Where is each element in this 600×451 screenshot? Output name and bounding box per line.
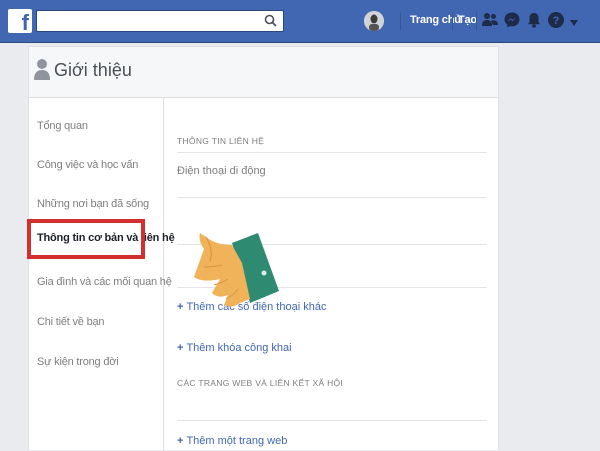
friends-icon[interactable] bbox=[481, 11, 499, 34]
dropdown-icon[interactable] bbox=[569, 15, 579, 33]
sidebar-item-life-events[interactable]: Sự kiện trong đời bbox=[37, 356, 119, 368]
nav-home-link[interactable]: Trang chủ bbox=[410, 14, 461, 26]
search-input[interactable] bbox=[41, 12, 265, 32]
sidebar-item-overview[interactable]: Tổng quan bbox=[37, 120, 88, 132]
facebook-logo[interactable]: f bbox=[8, 9, 32, 33]
add-public-key-link[interactable]: + Thêm khóa công khai bbox=[177, 342, 292, 354]
highlight-box bbox=[27, 219, 145, 259]
add-website-link[interactable]: + Thêm một trang web bbox=[177, 435, 287, 447]
profile-avatar[interactable] bbox=[364, 11, 384, 31]
about-header: Giới thiệu bbox=[29, 47, 498, 98]
nav-separator bbox=[452, 12, 453, 30]
nav-create-link[interactable]: Tạo bbox=[458, 14, 477, 26]
help-icon[interactable]: ? bbox=[547, 11, 565, 34]
about-title: Giới thiệu bbox=[54, 60, 132, 80]
person-icon bbox=[34, 58, 50, 85]
messenger-icon[interactable] bbox=[503, 11, 521, 34]
add-public-key-label: Thêm khóa công khai bbox=[186, 342, 292, 354]
websites-section-title: CÁC TRANG WEB VÀ LIÊN KẾT XÃ HỘI bbox=[177, 378, 344, 388]
nav-separator bbox=[400, 12, 401, 30]
notifications-icon[interactable] bbox=[525, 11, 543, 34]
plus-icon: + bbox=[177, 342, 184, 354]
add-website-label: Thêm một trang web bbox=[186, 435, 288, 447]
top-navigation-bar: f Trang chủ Tạo ? bbox=[0, 0, 600, 43]
search-box[interactable] bbox=[36, 10, 284, 32]
divider bbox=[177, 152, 487, 153]
sidebar-item-places-lived[interactable]: Những nơi bạn đã sống bbox=[37, 198, 149, 210]
pointing-hand-icon bbox=[194, 233, 279, 307]
sidebar-item-details-about-you[interactable]: Chi tiết về bạn bbox=[37, 316, 105, 328]
about-card: Giới thiệu Tổng quan Công việc và học vấ… bbox=[27, 46, 499, 451]
nav-separator bbox=[476, 12, 477, 30]
mobile-phone-label: Điện thoại di động bbox=[177, 165, 266, 177]
search-icon[interactable] bbox=[264, 14, 277, 32]
svg-text:?: ? bbox=[553, 15, 560, 27]
contact-section-title: THÔNG TIN LIÊN HỆ bbox=[177, 136, 265, 146]
plus-icon: + bbox=[177, 301, 184, 313]
plus-icon: + bbox=[177, 435, 184, 447]
sidebar-item-work-education[interactable]: Công việc và học vấn bbox=[37, 159, 138, 171]
divider bbox=[177, 197, 487, 198]
about-sidebar: Tổng quan Công việc và học vấn Những nơi… bbox=[29, 98, 175, 451]
divider bbox=[177, 420, 487, 421]
sidebar-item-family-relationships[interactable]: Gia đình và các mối quan hệ bbox=[37, 276, 172, 288]
